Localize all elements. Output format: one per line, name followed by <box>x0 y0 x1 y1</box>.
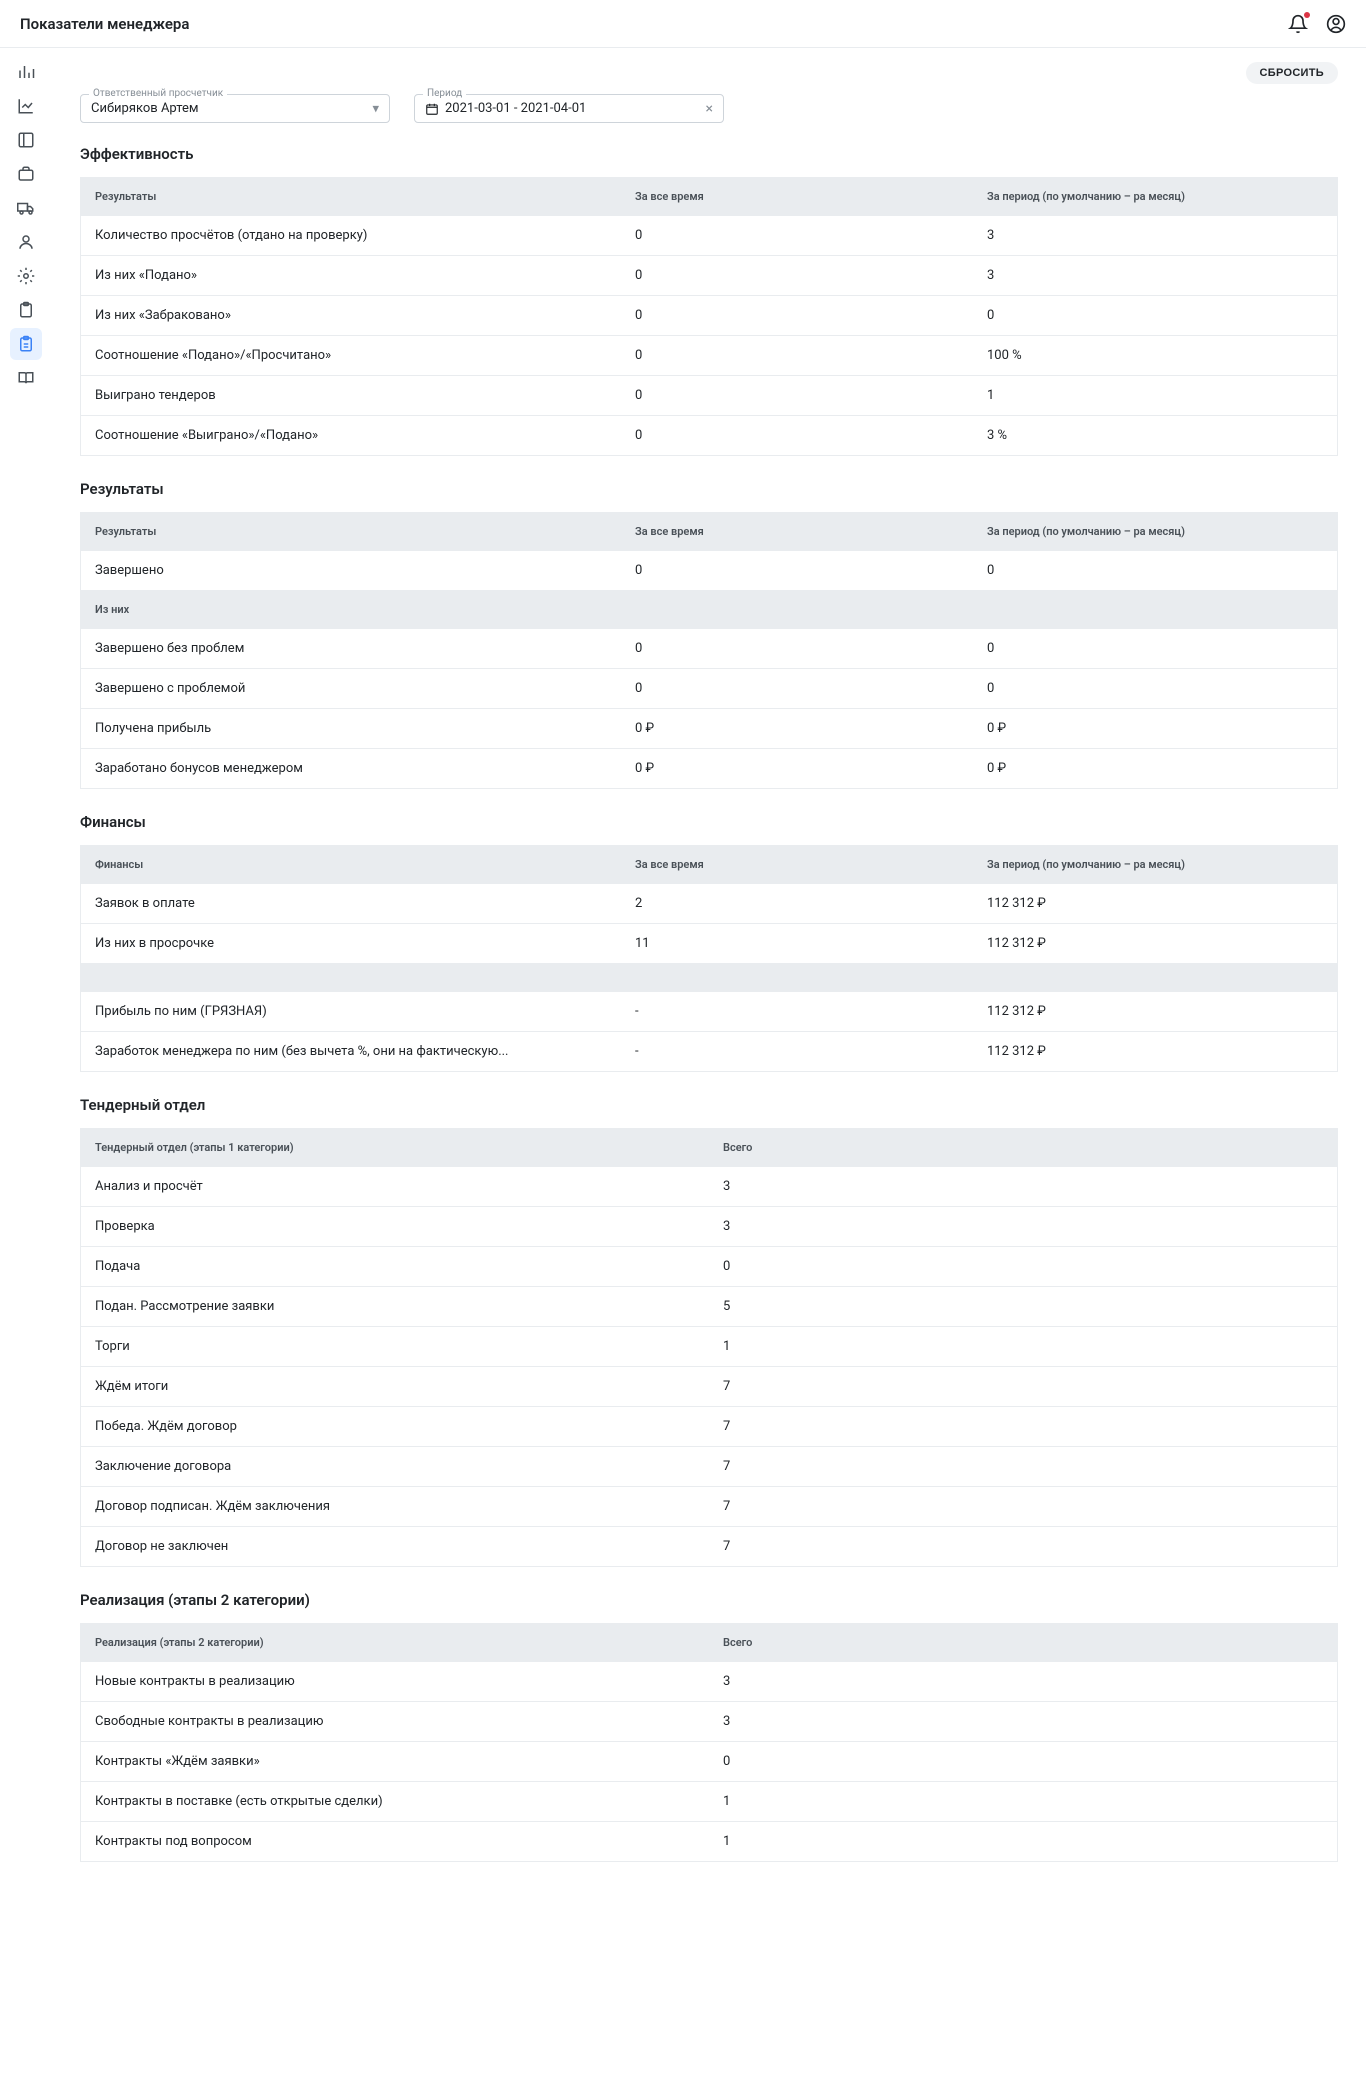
calendar-icon <box>425 102 439 116</box>
table-row: Получена прибыль0 ₽0 ₽ <box>81 709 1338 749</box>
tender-table: Тендерный отдел (этапы 1 категории) Всег… <box>80 1128 1338 1567</box>
sidebar-item-report[interactable] <box>10 328 42 360</box>
table-row: Прибыль по ним (ГРЯЗНАЯ)-112 312 ₽ <box>81 992 1338 1032</box>
table-row: Проверка3 <box>81 1207 1338 1247</box>
table-row: Контракты под вопросом1 <box>81 1822 1338 1862</box>
table-row: Завершено без проблем00 <box>81 629 1338 669</box>
responsible-select[interactable]: Ответственный просчетчик Сибиряков Артем… <box>80 94 390 123</box>
table-row: Соотношение «Подано»/«Просчитано»0100 % <box>81 336 1338 376</box>
table-row: Контракты в поставке (есть открытые сдел… <box>81 1782 1338 1822</box>
page-title: Показатели менеджера <box>20 15 189 33</box>
table-row: Выиграно тендеров01 <box>81 376 1338 416</box>
table-row: Ждём итоги7 <box>81 1367 1338 1407</box>
sidebar-item-settings[interactable] <box>10 260 42 292</box>
header-actions <box>1288 14 1346 34</box>
filters: Ответственный просчетчик Сибиряков Артем… <box>80 94 1338 123</box>
section-title-efficiency: Эффективность <box>80 145 1338 163</box>
table-row: Свободные контракты в реализацию3 <box>81 1702 1338 1742</box>
section-title-results: Результаты <box>80 480 1338 498</box>
table-row: Подача0 <box>81 1247 1338 1287</box>
table-row: Из них «Подано»03 <box>81 256 1338 296</box>
table-row: Завершено00 <box>81 551 1338 591</box>
table-row: Соотношение «Выиграно»/«Подано»03 % <box>81 416 1338 456</box>
table-row: Из них «Забраковано»00 <box>81 296 1338 336</box>
efficiency-table: Результаты За все время За период (по ум… <box>80 177 1338 456</box>
sidebar-item-briefcase[interactable] <box>10 158 42 190</box>
user-avatar-icon[interactable] <box>1326 14 1346 34</box>
notification-dot <box>1304 12 1310 18</box>
sidebar-item-user[interactable] <box>10 226 42 258</box>
responsible-label: Ответственный просчетчик <box>89 88 227 99</box>
section-title-tender: Тендерный отдел <box>80 1096 1338 1114</box>
table-row: Договор не заключен7 <box>81 1527 1338 1567</box>
sidebar-item-book[interactable] <box>10 362 42 394</box>
chevron-down-icon: ▾ <box>372 101 379 116</box>
section-title-realization: Реализация (этапы 2 категории) <box>80 1591 1338 1609</box>
table-row: Завершено с проблемой00 <box>81 669 1338 709</box>
sidebar-item-truck[interactable] <box>10 192 42 224</box>
col-all: За все время <box>621 178 973 216</box>
sidebar <box>0 48 52 1902</box>
sidebar-item-stats[interactable] <box>10 56 42 88</box>
reset-button[interactable]: СБРОСИТЬ <box>1246 62 1338 84</box>
results-table: Результаты За все время За период (по ум… <box>80 512 1338 789</box>
table-spacer <box>81 964 1338 992</box>
table-row: Заявок в оплате2112 312 ₽ <box>81 884 1338 924</box>
table-subheader: Из них <box>81 591 1338 629</box>
responsible-value: Сибиряков Артем <box>91 101 379 116</box>
period-label: Период <box>423 88 466 99</box>
col-results: Результаты <box>81 178 622 216</box>
table-row: Победа. Ждём договор7 <box>81 1407 1338 1447</box>
col-period: За период (по умолчанию – ра месяц) <box>973 178 1338 216</box>
sidebar-item-clipboard[interactable] <box>10 294 42 326</box>
notifications-icon[interactable] <box>1288 14 1308 34</box>
table-row: Подан. Рассмотрение заявки5 <box>81 1287 1338 1327</box>
realization-table: Реализация (этапы 2 категории) Всего Нов… <box>80 1623 1338 1862</box>
period-value: 2021-03-01 - 2021-04-01 <box>445 101 586 116</box>
sidebar-item-layout[interactable] <box>10 124 42 156</box>
table-row: Заключение договора7 <box>81 1447 1338 1487</box>
table-row: Торги1 <box>81 1327 1338 1367</box>
header: Показатели менеджера <box>0 0 1366 48</box>
sidebar-item-chart[interactable] <box>10 90 42 122</box>
period-select[interactable]: Период 2021-03-01 - 2021-04-01 × <box>414 94 724 123</box>
table-row: Договор подписан. Ждём заключения7 <box>81 1487 1338 1527</box>
table-row: Контракты «Ждём заявки»0 <box>81 1742 1338 1782</box>
clear-period-icon[interactable]: × <box>706 101 713 117</box>
table-row: Анализ и просчёт3 <box>81 1167 1338 1207</box>
section-title-finance: Финансы <box>80 813 1338 831</box>
table-row: Заработок менеджера по ним (без вычета %… <box>81 1032 1338 1072</box>
table-row: Новые контракты в реализацию3 <box>81 1662 1338 1702</box>
col-fin: Финансы <box>81 846 622 884</box>
main-content: СБРОСИТЬ Ответственный просчетчик Сибиря… <box>52 48 1366 1902</box>
finance-table: Финансы За все время За период (по умолч… <box>80 845 1338 1072</box>
table-row: Количество просчётов (отдано на проверку… <box>81 216 1338 256</box>
table-row: Из них в просрочке11112 312 ₽ <box>81 924 1338 964</box>
table-row: Заработано бонусов менеджером0 ₽0 ₽ <box>81 749 1338 789</box>
